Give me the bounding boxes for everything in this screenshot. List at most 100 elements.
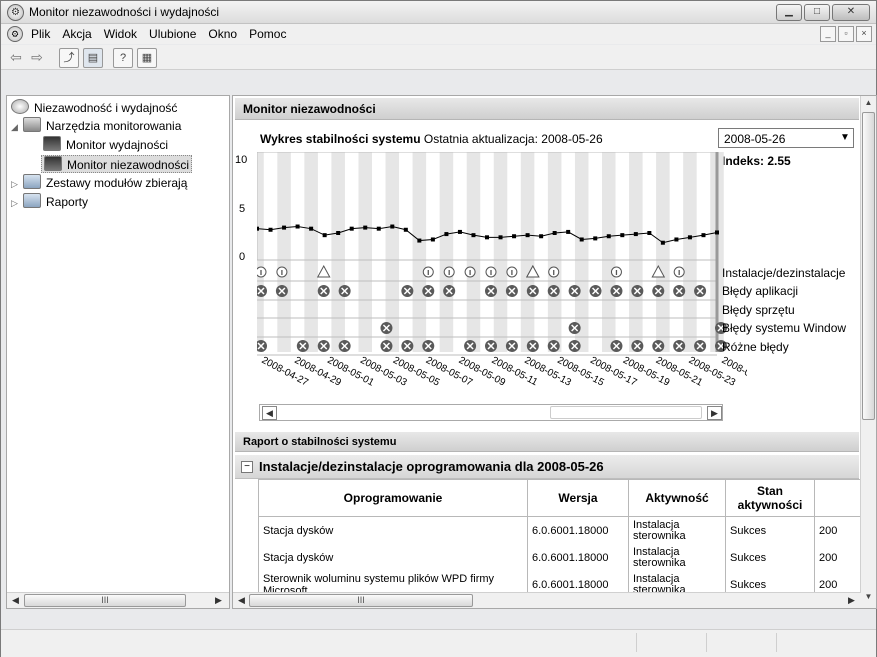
scroll-right-icon[interactable]: ▶ — [845, 594, 858, 606]
collapse-arrow-icon[interactable]: ◢ — [11, 122, 19, 133]
maximize-button[interactable]: □ — [804, 4, 830, 21]
data-point — [322, 233, 327, 238]
child-minimize-button[interactable]: _ — [820, 26, 836, 42]
menu-pomoc[interactable]: Pomoc — [249, 27, 286, 41]
data-point — [257, 226, 259, 231]
stability-chart[interactable]: 2008-04-272008-04-292008-05-012008-05-03… — [257, 152, 747, 412]
tree-scroll-thumb[interactable]: III — [24, 594, 186, 607]
day-stripe — [331, 152, 345, 352]
plot-border — [257, 152, 718, 261]
reliability-monitor-icon — [44, 156, 62, 171]
table-row[interactable]: Stacja dysków 6.0.6001.18000 Instalacja st… — [258, 544, 864, 571]
properties-icon[interactable]: ▦ — [137, 48, 157, 68]
data-point — [430, 237, 435, 242]
application-window: ⚙ Monitor niezawodności i wydajności ▁ □… — [0, 0, 877, 657]
panel-scroll-thumb[interactable] — [862, 112, 875, 420]
day-stripe — [257, 152, 264, 352]
scroll-down-icon[interactable]: ▼ — [862, 590, 875, 604]
day-stripe — [358, 152, 372, 352]
data-point — [633, 232, 638, 237]
chart-scroll-thumb[interactable] — [550, 406, 702, 419]
title-bar: ⚙ Monitor niezawodności i wydajności ▁ □… — [1, 1, 876, 24]
status-bar — [1, 629, 876, 657]
day-stripe — [520, 152, 535, 352]
software-cell: Stacja dysków — [258, 516, 528, 544]
data-point — [674, 237, 679, 242]
menu-ulubione[interactable]: Ulubione — [149, 27, 196, 41]
minimize-button[interactable]: ▁ — [776, 4, 802, 21]
data-point — [579, 237, 584, 242]
data-point — [363, 225, 368, 230]
scroll-left-icon[interactable]: ◀ — [262, 406, 277, 420]
scroll-left-icon[interactable]: ◀ — [9, 594, 22, 606]
column-header-status[interactable]: Stan aktywności — [725, 479, 815, 517]
status-cell: Sukces — [725, 516, 815, 544]
menu-okno[interactable]: Okno — [208, 27, 237, 41]
data-point — [552, 231, 557, 235]
installs-section-header[interactable]: − Instalacje/dezinstalacje oprogramowani… — [235, 455, 859, 479]
child-restore-button[interactable]: ▫ — [838, 26, 854, 42]
tree-item-reliability-monitor[interactable]: Monitor niezawodności — [41, 155, 193, 173]
data-point — [471, 233, 476, 238]
data-point — [687, 235, 692, 240]
tree-item-performance-monitor[interactable]: Monitor wydajności — [43, 136, 168, 152]
collapse-icon[interactable]: − — [241, 461, 253, 473]
installs-table: Oprogramowanie Wersja Aktywność Stan akt… — [258, 479, 864, 608]
scroll-up-icon[interactable]: ▲ — [862, 96, 875, 110]
scroll-right-icon[interactable]: ▶ — [212, 594, 225, 606]
data-point — [457, 229, 462, 234]
status-segment — [776, 633, 875, 652]
tree-horizontal-scrollbar[interactable]: ◀ III ▶ — [7, 592, 229, 608]
tree-item-reports[interactable]: ▷ Raporty — [11, 193, 88, 209]
scroll-left-icon[interactable]: ◀ — [235, 594, 248, 606]
chevron-down-icon[interactable]: ▼ — [837, 129, 853, 147]
column-header-software[interactable]: Oprogramowanie — [258, 479, 528, 517]
day-stripe — [656, 152, 670, 352]
data-point — [647, 231, 652, 235]
data-point — [512, 234, 517, 239]
data-point — [525, 233, 530, 238]
child-close-button[interactable]: × — [856, 26, 872, 42]
window-title: Monitor niezawodności i wydajności — [29, 5, 220, 19]
chart-scrollbar[interactable]: ◀ ▶ — [259, 404, 723, 421]
panel-scroll-thumb-h[interactable]: III — [249, 594, 473, 607]
day-stripe — [547, 152, 562, 352]
back-arrow-icon[interactable]: ⇦ — [7, 48, 25, 66]
column-header-version[interactable]: Wersja — [527, 479, 629, 517]
expand-arrow-icon[interactable]: ▷ — [11, 179, 19, 190]
stability-report-header: Raport o stabilności systemu — [235, 432, 859, 452]
day-stripe — [629, 152, 643, 352]
warning-icon — [316, 264, 331, 278]
date-dropdown[interactable]: 2008-05-26 ▼ — [718, 128, 854, 148]
row-label-app-errors: Błędy aplikacji — [722, 284, 799, 298]
data-point — [498, 235, 503, 240]
status-segment — [636, 633, 707, 652]
tree-item-root[interactable]: Niezawodność i wydajność — [11, 99, 177, 115]
close-button[interactable]: ✕ — [832, 4, 870, 21]
show-tree-icon[interactable]: ▤ — [83, 48, 103, 68]
help-icon[interactable]: ? — [113, 48, 133, 68]
data-point — [660, 240, 665, 245]
navigation-tree: Niezawodność i wydajność ◢ Narzędzia moni… — [6, 95, 230, 609]
panel-horizontal-scrollbar[interactable]: ◀ III ▶ — [233, 592, 861, 608]
tree-item-data-collectors[interactable]: ▷ Zestawy modułów zbierają — [11, 174, 187, 190]
menu-akcja[interactable]: Akcja — [62, 27, 91, 41]
tree-item-monitoring-tools[interactable]: ◢ Narzędzia monitorowania — [11, 117, 181, 133]
menu-widok[interactable]: Widok — [104, 27, 137, 41]
software-cell: Stacja dysków — [258, 544, 528, 571]
forward-arrow-icon[interactable]: ⇨ — [28, 48, 46, 66]
day-stripe — [412, 152, 427, 352]
system-menu-icon[interactable]: ⚙ — [7, 26, 23, 42]
up-folder-icon[interactable]: ⤴ — [59, 48, 79, 68]
data-point — [485, 235, 489, 240]
toolbar: ⇦ ⇨ ⤴ ▤ ? ▦ — [1, 45, 876, 70]
menu-plik[interactable]: Plik — [31, 27, 50, 41]
scroll-right-icon[interactable]: ▶ — [707, 406, 722, 420]
table-row[interactable]: Stacja dysków 6.0.6001.18000 Instalacja st… — [258, 516, 864, 544]
column-header-date[interactable] — [814, 479, 864, 517]
panel-vertical-scrollbar[interactable]: ▲ ▼ — [860, 96, 876, 608]
day-stripe — [683, 152, 697, 352]
column-header-activity[interactable]: Aktywność — [628, 479, 726, 517]
chart-heading: Wykres stabilności systemu Ostatnia aktu… — [260, 132, 603, 146]
expand-arrow-icon[interactable]: ▷ — [11, 198, 19, 209]
